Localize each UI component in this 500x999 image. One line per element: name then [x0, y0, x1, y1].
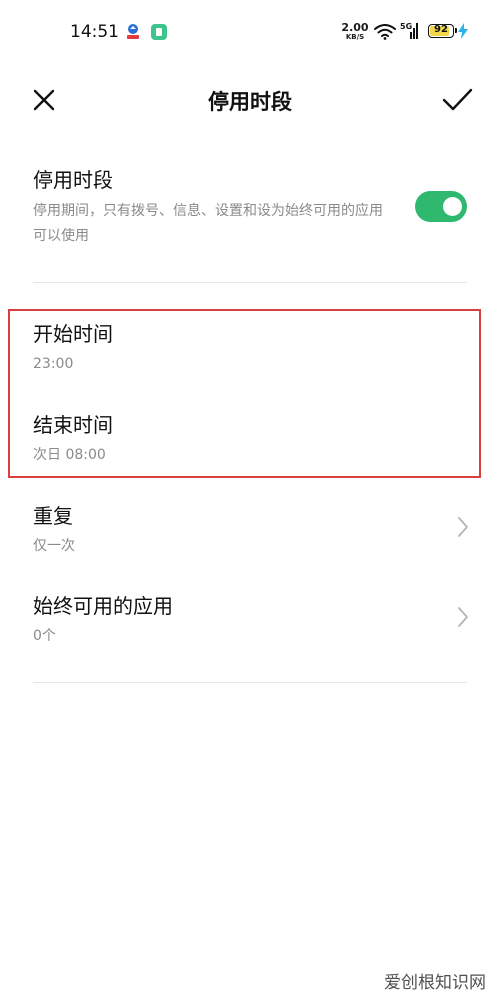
- app-green-icon: [151, 24, 167, 40]
- repeat-row[interactable]: 重复 仅一次: [33, 502, 467, 558]
- repeat-title: 重复: [33, 504, 73, 528]
- chevron-right-icon: [458, 517, 468, 537]
- downtime-toggle-row: 停用时段 停用期间，只有拨号、信息、设置和设为始终可用的应用可以使用: [33, 166, 467, 249]
- divider: [33, 282, 467, 283]
- charging-bolt-icon: [458, 23, 468, 39]
- toggle-knob: [443, 197, 462, 216]
- always-allowed-title: 始终可用的应用: [33, 594, 173, 618]
- downtime-description: 停用期间，只有拨号、信息、设置和设为始终可用的应用可以使用: [33, 203, 383, 244]
- page-title: 停用时段: [208, 90, 292, 114]
- status-bar: 14:51 2.00 KB/S 5G 92: [0, 0, 500, 64]
- wifi-icon: [374, 24, 396, 40]
- battery-icon: 92: [428, 24, 457, 38]
- end-time-title: 结束时间: [33, 413, 113, 437]
- start-time-title: 开始时间: [33, 322, 113, 346]
- title-bar: 停用时段: [0, 70, 500, 130]
- start-time-row[interactable]: 开始时间 23:00: [33, 320, 467, 376]
- network-speed: 2.00 KB/S: [341, 22, 369, 41]
- network-speed-value: 2.00: [341, 21, 369, 34]
- repeat-value: 仅一次: [33, 538, 75, 554]
- start-time-value: 23:00: [33, 356, 74, 372]
- divider: [33, 682, 467, 683]
- watermark: 爱创根知识网: [384, 973, 486, 993]
- end-time-row[interactable]: 结束时间 次日 08:00: [33, 411, 467, 467]
- app-notification-icon: [127, 24, 139, 39]
- checkmark-icon[interactable]: [440, 84, 474, 116]
- downtime-title: 停用时段: [33, 168, 113, 192]
- battery-level: 92: [434, 24, 448, 35]
- chevron-right-icon: [458, 607, 468, 627]
- status-time: 14:51: [70, 22, 119, 42]
- always-allowed-value: 0个: [33, 628, 56, 644]
- downtime-toggle[interactable]: [415, 191, 467, 222]
- always-allowed-apps-row[interactable]: 始终可用的应用 0个: [33, 592, 467, 648]
- end-time-value: 次日 08:00: [33, 447, 106, 463]
- network-speed-unit: KB/S: [345, 33, 365, 41]
